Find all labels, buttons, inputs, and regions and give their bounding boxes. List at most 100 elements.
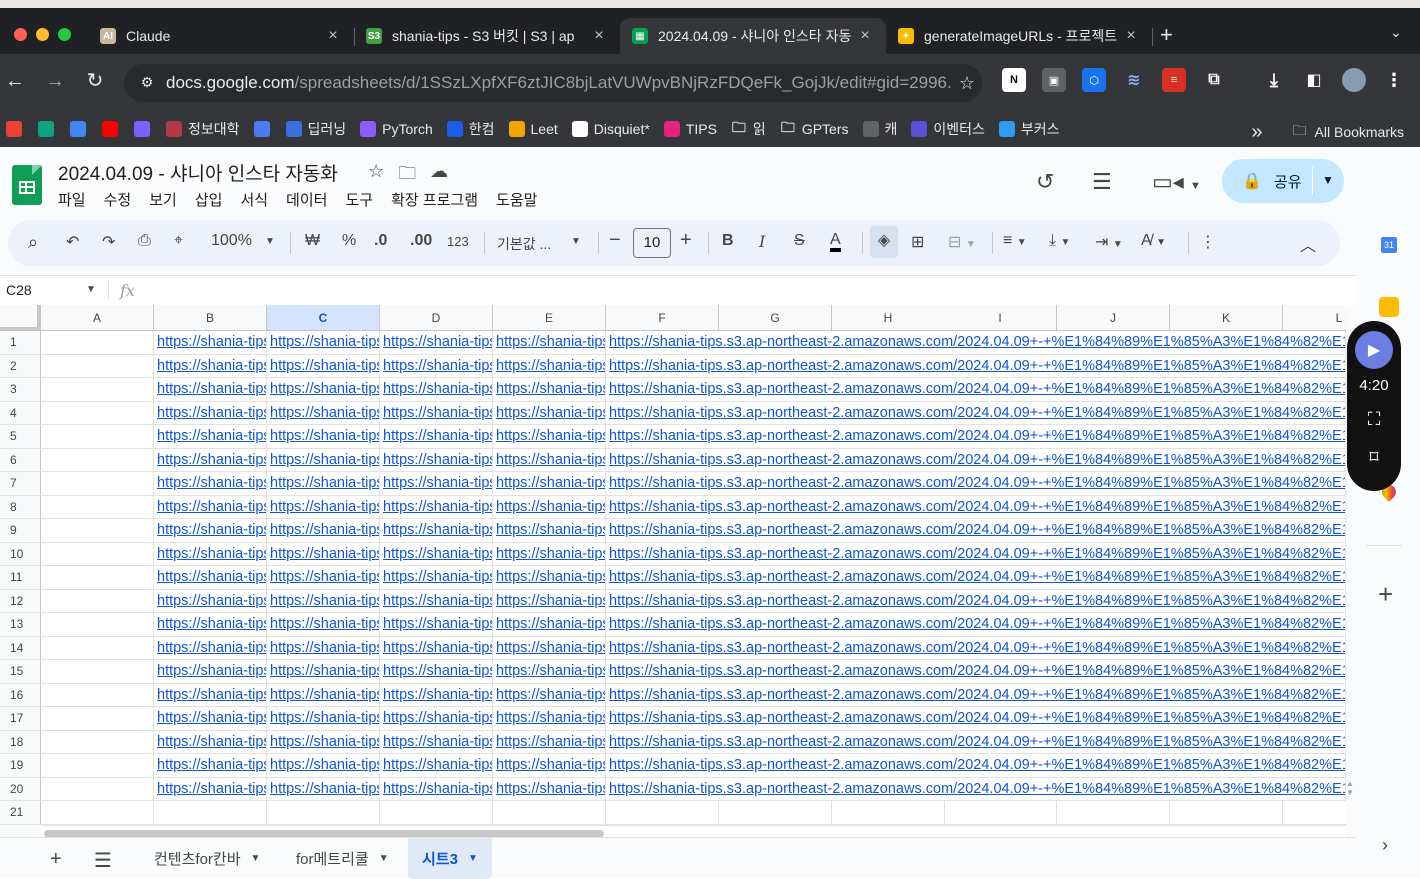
sheets-logo-icon[interactable]	[12, 165, 42, 205]
cell-D21[interactable]	[380, 801, 493, 825]
bookmark-Leet[interactable]: Leet	[508, 120, 558, 137]
meet-video-icon[interactable]: ▭◂ ▼	[1152, 169, 1201, 195]
cell-C17[interactable]: https://shania-tips.s3.ap-northeast-2.am…	[267, 707, 380, 731]
cell-B20[interactable]: https://shania-tips.s3.ap-northeast-2.am…	[154, 777, 267, 801]
column-header-H[interactable]: H	[832, 305, 945, 331]
bookmark-youtube-icon[interactable]	[102, 120, 124, 137]
bookmark-chatgpt-icon[interactable]	[38, 120, 60, 137]
row-header-9[interactable]: 9	[0, 519, 41, 543]
cell-D4[interactable]: https://shania-tips.s3.ap-northeast-2.am…	[380, 401, 493, 425]
cell-D19[interactable]: https://shania-tips.s3.ap-northeast-2.am…	[380, 754, 493, 778]
close-window-button[interactable]	[14, 28, 27, 41]
extension-blue-icon[interactable]: ⬡	[1082, 68, 1106, 92]
tab-search-icon[interactable]: ⌄	[1390, 24, 1402, 41]
font-size-input[interactable]: 10	[633, 228, 671, 258]
cell-C3[interactable]: https://shania-tips.s3.ap-northeast-2.am…	[267, 378, 380, 402]
cell-D18[interactable]: https://shania-tips.s3.ap-northeast-2.am…	[380, 730, 493, 754]
cell-I21[interactable]	[944, 801, 1057, 825]
cell-F10[interactable]: https://shania-tips.s3.ap-northeast-2.am…	[606, 542, 1346, 566]
cell-B8[interactable]: https://shania-tips.s3.ap-northeast-2.am…	[154, 495, 267, 519]
cell-E3[interactable]: https://shania-tips.s3.ap-northeast-2.am…	[493, 378, 606, 402]
row-header-17[interactable]: 17	[0, 707, 41, 731]
borders-icon[interactable]: ⊞	[911, 232, 924, 252]
row-header-5[interactable]: 5	[0, 425, 41, 449]
cell-C4[interactable]: https://shania-tips.s3.ap-northeast-2.am…	[267, 401, 380, 425]
minimize-window-button[interactable]	[36, 28, 49, 41]
add-sheet-button[interactable]: +	[50, 848, 62, 871]
url-text[interactable]: docs.google.com/spreadsheets/d/1SSzLXpfX…	[166, 73, 952, 93]
row-header-8[interactable]: 8	[0, 495, 41, 519]
paint-format-icon[interactable]: ⌖	[174, 232, 183, 250]
text-rotation-icon[interactable]: A̸ ▼	[1141, 232, 1166, 250]
more-bookmarks-button[interactable]: »	[1251, 121, 1262, 144]
close-tab-icon[interactable]: ×	[324, 27, 342, 45]
new-tab-button[interactable]: +	[1160, 22, 1173, 48]
row-header-11[interactable]: 11	[0, 566, 41, 590]
font-select[interactable]: 기본값 ...	[497, 234, 551, 254]
search-menus-icon[interactable]: ⌕	[28, 232, 38, 253]
close-tab-icon[interactable]: ×	[1122, 27, 1140, 45]
row-header-6[interactable]: 6	[0, 448, 41, 472]
cell-E1[interactable]: https://shania-tips.s3.ap-northeast-2.am…	[493, 331, 606, 355]
cell-E5[interactable]: https://shania-tips.s3.ap-northeast-2.am…	[493, 425, 606, 449]
cell-F8[interactable]: https://shania-tips.s3.ap-northeast-2.am…	[606, 495, 1346, 519]
column-header-G[interactable]: G	[719, 305, 832, 331]
name-box-dropdown-icon[interactable]: ▼	[86, 284, 96, 295]
cell-E20[interactable]: https://shania-tips.s3.ap-northeast-2.am…	[493, 777, 606, 801]
cell-D7[interactable]: https://shania-tips.s3.ap-northeast-2.am…	[380, 472, 493, 496]
cell-E16[interactable]: https://shania-tips.s3.ap-northeast-2.am…	[493, 683, 606, 707]
select-all-corner[interactable]	[0, 305, 41, 331]
cell-F2[interactable]: https://shania-tips.s3.ap-northeast-2.am…	[606, 354, 1346, 378]
cell-A19[interactable]	[41, 754, 154, 778]
cell-A16[interactable]	[41, 683, 154, 707]
cell-A10[interactable]	[41, 542, 154, 566]
cell-A15[interactable]	[41, 660, 154, 684]
cloud-saved-icon[interactable]: ☁	[430, 161, 448, 191]
zoom-select[interactable]: 100%	[211, 232, 252, 250]
increase-font-size-button[interactable]: +	[680, 229, 692, 252]
cell-E17[interactable]: https://shania-tips.s3.ap-northeast-2.am…	[493, 707, 606, 731]
cell-D1[interactable]: https://shania-tips.s3.ap-northeast-2.am…	[380, 331, 493, 355]
cell-D20[interactable]: https://shania-tips.s3.ap-northeast-2.am…	[380, 777, 493, 801]
cell-B7[interactable]: https://shania-tips.s3.ap-northeast-2.am…	[154, 472, 267, 496]
row-header-18[interactable]: 18	[0, 730, 41, 754]
cell-C8[interactable]: https://shania-tips.s3.ap-northeast-2.am…	[267, 495, 380, 519]
calendar-icon[interactable]: 31	[1379, 235, 1399, 255]
cell-A12[interactable]	[41, 589, 154, 613]
bookmark-한컴[interactable]: 한컴	[446, 119, 495, 139]
name-box[interactable]: C28	[6, 282, 32, 298]
screenshot-icon[interactable]: ⛶	[1363, 409, 1385, 430]
vertical-align-icon[interactable]: ⤓ ▼	[1049, 232, 1070, 250]
bookmark-정보대학[interactable]: 정보대학	[166, 119, 240, 139]
cell-E10[interactable]: https://shania-tips.s3.ap-northeast-2.am…	[493, 542, 606, 566]
cell-B14[interactable]: https://shania-tips.s3.ap-northeast-2.am…	[154, 636, 267, 660]
menu-6[interactable]: 도구	[345, 189, 373, 210]
cell-A4[interactable]	[41, 401, 154, 425]
extension-wave-icon[interactable]: ≋	[1122, 68, 1146, 92]
close-tab-icon[interactable]: ×	[856, 27, 874, 45]
cell-E12[interactable]: https://shania-tips.s3.ap-northeast-2.am…	[493, 589, 606, 613]
cell-A11[interactable]	[41, 566, 154, 590]
cell-F9[interactable]: https://shania-tips.s3.ap-northeast-2.am…	[606, 519, 1346, 543]
menu-8[interactable]: 도움말	[496, 189, 537, 210]
cell-F16[interactable]: https://shania-tips.s3.ap-northeast-2.am…	[606, 683, 1346, 707]
row-header-7[interactable]: 7	[0, 472, 41, 496]
cell-F11[interactable]: https://shania-tips.s3.ap-northeast-2.am…	[606, 566, 1346, 590]
column-header-E[interactable]: E	[493, 305, 606, 331]
cell-E2[interactable]: https://shania-tips.s3.ap-northeast-2.am…	[493, 354, 606, 378]
share-dropdown-icon[interactable]: ▼	[1322, 173, 1334, 187]
zoom-dropdown-icon[interactable]: ▼	[265, 236, 275, 247]
cell-B21[interactable]	[154, 801, 267, 825]
cell-E11[interactable]: https://shania-tips.s3.ap-northeast-2.am…	[493, 566, 606, 590]
cell-B19[interactable]: https://shania-tips.s3.ap-northeast-2.am…	[154, 754, 267, 778]
cell-D6[interactable]: https://shania-tips.s3.ap-northeast-2.am…	[380, 448, 493, 472]
column-header-C[interactable]: C	[267, 305, 380, 331]
cell-D13[interactable]: https://shania-tips.s3.ap-northeast-2.am…	[380, 613, 493, 637]
cell-D10[interactable]: https://shania-tips.s3.ap-northeast-2.am…	[380, 542, 493, 566]
horizontal-align-icon[interactable]: ≡ ▼	[1003, 232, 1027, 250]
column-header-B[interactable]: B	[154, 305, 267, 331]
bookmark-딥러닝[interactable]: 딥러닝	[285, 119, 346, 139]
text-wrapping-icon[interactable]: ⇥ ▼	[1095, 232, 1123, 252]
column-header-I[interactable]: I	[944, 305, 1057, 331]
cell-C5[interactable]: https://shania-tips.s3.ap-northeast-2.am…	[267, 425, 380, 449]
